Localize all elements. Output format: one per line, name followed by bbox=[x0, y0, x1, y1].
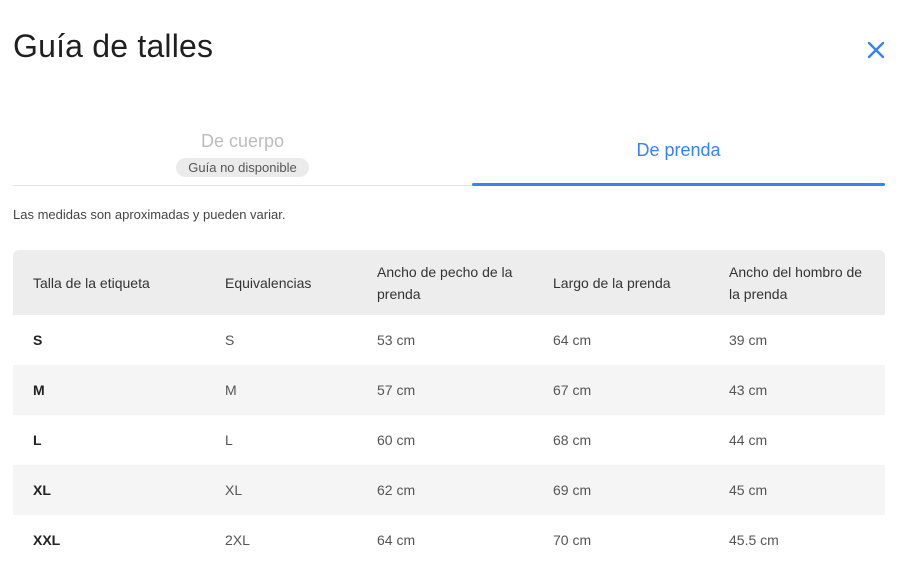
close-button[interactable] bbox=[862, 36, 890, 64]
cell-shoulder-width: 44 cm bbox=[729, 432, 768, 448]
cell-garment-length: 68 cm bbox=[553, 432, 592, 448]
size-guide-tabs: De cuerpo Guía no disponible De prenda bbox=[13, 120, 885, 186]
tab-de-cuerpo-label: De cuerpo bbox=[200, 131, 285, 151]
cell-shoulder-width: 43 cm bbox=[709, 365, 885, 415]
cell-tag-size: M bbox=[13, 365, 205, 415]
tab-de-cuerpo[interactable]: De cuerpo Guía no disponible bbox=[13, 120, 472, 184]
size-table: Talla de la etiqueta Equivalencias Ancho… bbox=[13, 250, 885, 565]
cell-equivalence: L bbox=[225, 432, 233, 448]
tab-de-prenda-label: De prenda bbox=[636, 140, 721, 160]
header-chest-width: Ancho de pecho de la prenda bbox=[357, 250, 533, 315]
table-row: XL XL 62 cm 69 cm 45 cm bbox=[13, 465, 885, 515]
cell-shoulder-width: 45.5 cm bbox=[729, 532, 779, 548]
cell-equivalence: XL bbox=[205, 465, 357, 515]
cell-tag-size: XXL bbox=[33, 532, 61, 548]
cell-chest-width: 60 cm bbox=[377, 432, 416, 448]
unavailable-badge: Guía no disponible bbox=[176, 158, 309, 177]
modal-title: Guía de talles bbox=[13, 28, 214, 64]
close-icon bbox=[867, 41, 885, 59]
table-row: L L 60 cm 68 cm 44 cm bbox=[13, 415, 885, 465]
active-tab-indicator bbox=[472, 183, 885, 186]
cell-chest-width: 57 cm bbox=[357, 365, 533, 415]
cell-tag-size: XL bbox=[13, 465, 205, 515]
cell-garment-length: 67 cm bbox=[533, 365, 709, 415]
cell-chest-width: 53 cm bbox=[377, 332, 416, 348]
table-row: XXL 2XL 64 cm 70 cm 45.5 cm bbox=[13, 515, 885, 565]
cell-garment-length: 70 cm bbox=[553, 532, 592, 548]
header-equivalences: Equivalencias bbox=[205, 250, 357, 315]
cell-tag-size: S bbox=[33, 332, 43, 348]
header-tag-size: Talla de la etiqueta bbox=[13, 250, 205, 315]
cell-shoulder-width: 45 cm bbox=[709, 465, 885, 515]
cell-equivalence: 2XL bbox=[225, 532, 250, 548]
table-header-row: Talla de la etiqueta Equivalencias Ancho… bbox=[13, 250, 885, 315]
cell-garment-length: 64 cm bbox=[553, 332, 592, 348]
cell-equivalence: S bbox=[225, 332, 235, 348]
header-garment-length: Largo de la prenda bbox=[533, 250, 709, 315]
cell-chest-width: 62 cm bbox=[357, 465, 533, 515]
cell-chest-width: 64 cm bbox=[377, 532, 416, 548]
measurements-note: Las medidas son aproximadas y pueden var… bbox=[13, 207, 286, 222]
table-row: S S 53 cm 64 cm 39 cm bbox=[13, 315, 885, 365]
table-row: M M 57 cm 67 cm 43 cm bbox=[13, 365, 885, 415]
tab-de-prenda[interactable]: De prenda bbox=[472, 120, 885, 186]
cell-equivalence: M bbox=[205, 365, 357, 415]
cell-tag-size: L bbox=[33, 432, 42, 448]
header-shoulder-width: Ancho del hombro de la prenda bbox=[709, 250, 885, 315]
cell-garment-length: 69 cm bbox=[533, 465, 709, 515]
cell-shoulder-width: 39 cm bbox=[729, 332, 768, 348]
